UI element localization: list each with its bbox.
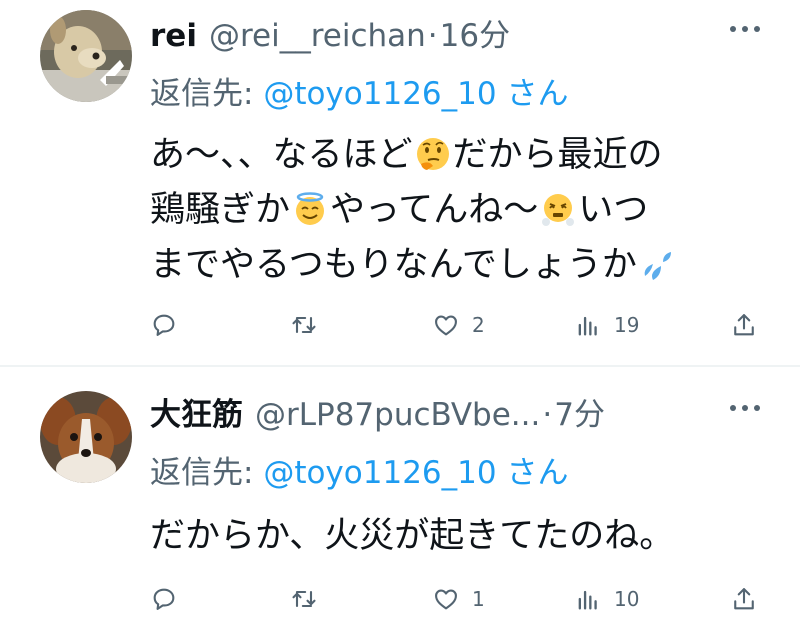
reply-to-line: 返信先: @toyo1126_10 さん [150,68,568,113]
views-count: 10 [614,587,640,611]
reply-button[interactable] [150,583,190,615]
share-icon [734,314,754,336]
timestamp[interactable]: 16分 [440,10,510,55]
like-button[interactable]: 1 [432,583,485,615]
reply-mention-link[interactable]: @toyo1126_10 [263,76,496,112]
face-with-steam-from-nose-emoji-icon [540,191,576,227]
reply-icon [153,314,175,336]
timestamp[interactable]: 7分 [554,389,605,434]
thinking-face-emoji-icon [415,136,451,172]
papillon-dog-photo-avatar [40,391,132,483]
reply-icon [153,588,175,610]
reply-button[interactable] [150,309,190,341]
text-line: 鶏騒ぎか やってんね〜 いつ [150,183,770,238]
avatar-rei[interactable] [40,10,132,102]
reply-suffix: さん [496,76,569,112]
display-name[interactable]: 大狂筋 [150,389,243,434]
more-icon[interactable] [730,24,760,34]
reply-to-line: 返信先: @toyo1126_10 さん [150,447,568,492]
avatar-daikyoukin[interactable] [40,391,132,483]
tweet-text: あ〜、、なるほど だから最近の 鶏騒ぎか やってんね〜 いつ までやるつもりなんでしょ… [150,128,770,293]
text-line: までやるつもりなんでしょうか [150,238,770,293]
views-button[interactable]: 10 [574,583,639,615]
retweet-icon [292,316,316,334]
retweet-icon [292,590,316,608]
text-segment: までやるつもりなんでしょうか [150,245,637,285]
separator-dot: · [427,18,438,54]
text-line: だからか、火災が起きてたのね。 [150,516,675,556]
share-button[interactable] [730,583,758,615]
retweet-button[interactable] [290,583,330,615]
reply-mention-link[interactable]: @toyo1126_10 [263,455,496,491]
views-icon [578,316,597,336]
share-icon [734,588,754,610]
like-icon [435,315,457,336]
like-count: 2 [472,313,485,337]
smiling-face-with-halo-emoji-icon [292,191,328,227]
views-icon [578,590,597,610]
text-segment: 鶏騒ぎか [150,190,291,230]
action-bar: 2 19 [150,309,760,341]
text-segment: いつ [578,190,649,230]
text-segment: やってんね〜 [330,190,539,230]
display-name[interactable]: rei [150,18,197,54]
tweet-daikyoukin[interactable]: 大狂筋 @rLP87pucBVbe... · 7分 返信先: @toyo1126… [0,367,800,627]
reply-prefix: 返信先: [150,455,264,491]
views-button[interactable]: 19 [574,309,639,341]
tweet-header: rei @rei__reichan · 16分 [150,10,510,54]
text-line: あ〜、、なるほど だから最近の [150,128,770,183]
share-button[interactable] [730,309,758,341]
tweet-rei[interactable]: rei @rei__reichan · 16分 返信先: @toyo1126_1… [0,0,800,365]
tweet-header: 大狂筋 @rLP87pucBVbe... · 7分 [150,389,605,433]
like-count: 1 [472,587,485,611]
dog-photo-avatar [40,10,132,102]
retweet-button[interactable] [290,309,330,341]
more-icon[interactable] [730,403,760,413]
text-segment: だから最近の [452,135,663,175]
text-segment: あ〜、、なるほど [150,135,413,175]
sweat-droplets-emoji-icon [639,246,675,282]
separator-dot: · [542,397,553,433]
reply-prefix: 返信先: [150,76,264,112]
like-icon [435,589,457,610]
like-button[interactable]: 2 [432,309,485,341]
reply-suffix: さん [496,455,569,491]
user-handle[interactable]: @rLP87pucBVbe... [255,397,540,433]
action-bar: 1 10 [150,583,760,615]
views-count: 19 [614,313,640,337]
user-handle[interactable]: @rei__reichan [209,18,426,54]
tweet-text: だからか、火災が起きてたのね。 [150,509,770,564]
